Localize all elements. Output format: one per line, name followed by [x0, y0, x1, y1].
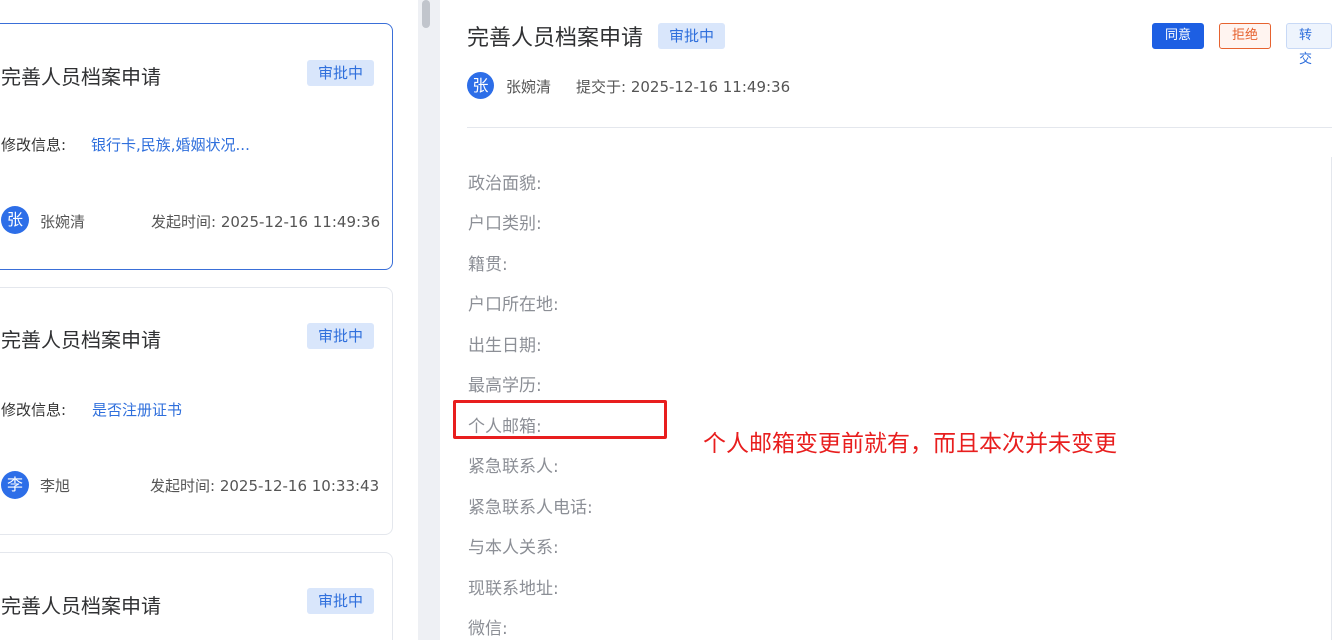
modify-info-label: 修改信息: — [1, 401, 67, 419]
divider — [467, 127, 1332, 128]
field-current-address: 现联系地址: — [468, 579, 559, 599]
status-badge: 审批中 — [307, 588, 375, 614]
field-political-status: 政治面貌: — [468, 174, 542, 194]
avatar: 张 — [1, 206, 29, 234]
approval-card[interactable]: 完善人员档案申请 审批中 修改信息: 是否注册证书 李 李旭 发起时间: 202… — [0, 287, 393, 535]
field-birth-date: 出生日期: — [468, 336, 542, 356]
card-title: 完善人员档案申请 — [1, 328, 161, 352]
submitter-avatar: 张 — [467, 72, 494, 99]
initiator-name: 李旭 — [40, 477, 71, 495]
avatar: 李 — [1, 471, 29, 499]
field-emergency-contact: 紧急联系人: — [468, 457, 559, 477]
approval-list: 完善人员档案申请 审批中 修改信息: 银行卡,民族,婚姻状况... 张 张婉清 … — [0, 0, 418, 640]
modify-info-value[interactable]: 是否注册证书 — [92, 399, 182, 420]
transfer-button[interactable]: 转交 — [1286, 23, 1332, 67]
list-scrollbar[interactable] — [418, 0, 440, 640]
field-wechat: 微信: — [468, 619, 508, 639]
initiated-time: 发起时间: 2025-12-16 11:49:36 — [151, 213, 381, 231]
approval-card[interactable]: 完善人员档案申请 审批中 修改信息: 银行卡,民族,婚姻状况... 张 张婉清 … — [0, 23, 393, 270]
card-title: 完善人员档案申请 — [1, 594, 161, 618]
initiated-time: 发起时间: 2025-12-16 10:33:43 — [150, 477, 380, 495]
field-education: 最高学历: — [468, 376, 542, 396]
approval-card[interactable]: 完善人员档案申请 审批中 — [0, 552, 393, 640]
status-badge: 审批中 — [307, 60, 375, 86]
field-household-location: 户口所在地: — [468, 295, 559, 315]
field-native-place: 籍贯: — [468, 255, 508, 275]
modify-info-value[interactable]: 银行卡,民族,婚姻状况... — [91, 134, 250, 155]
initiator-name: 张婉清 — [40, 213, 86, 231]
status-badge: 审批中 — [307, 323, 375, 349]
reject-button[interactable]: 拒绝 — [1219, 23, 1272, 49]
detail-title: 完善人员档案申请 — [467, 26, 644, 51]
list-scrollbar-thumb[interactable] — [422, 0, 430, 28]
detail-status-badge: 审批中 — [658, 23, 726, 49]
highlight-box — [453, 400, 667, 439]
field-household-type: 户口类别: — [468, 214, 542, 234]
modify-info-label: 修改信息: — [1, 136, 67, 154]
card-title: 完善人员档案申请 — [1, 65, 161, 89]
annotation-text: 个人邮箱变更前就有，而且本次并未变更 — [703, 431, 1117, 457]
submit-time: 提交于: 2025-12-16 11:49:36 — [576, 78, 791, 96]
agree-button[interactable]: 同意 — [1152, 23, 1205, 49]
field-relationship: 与本人关系: — [468, 538, 559, 558]
field-emergency-phone: 紧急联系人电话: — [468, 498, 593, 518]
submitter-name: 张婉清 — [506, 78, 552, 96]
